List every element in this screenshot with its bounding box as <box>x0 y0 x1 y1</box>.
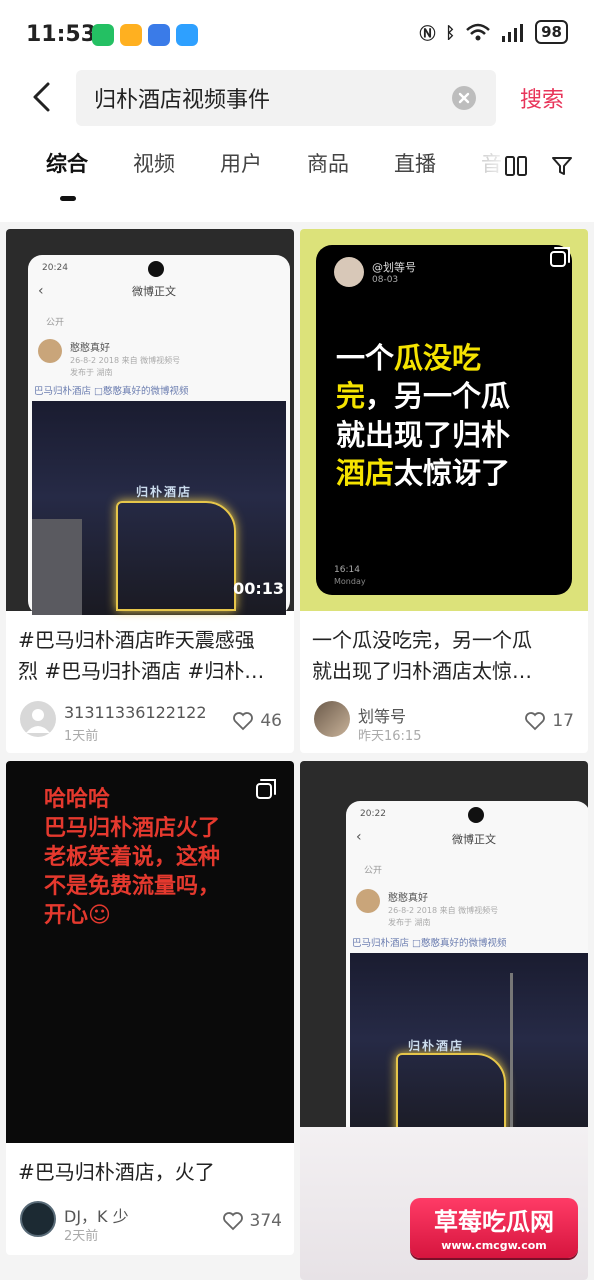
footer-day: Monday <box>334 577 366 586</box>
inner-time: 20:24 <box>42 263 68 273</box>
tab-users[interactable]: 用户 <box>220 148 262 178</box>
like-count[interactable]: 17 <box>524 711 574 731</box>
watermark-url: www.cmcgw.com <box>441 1239 547 1252</box>
layout-toggle-icon[interactable] <box>504 154 528 178</box>
post-time: 昨天16:15 <box>358 729 422 744</box>
inner-avatar <box>38 339 62 363</box>
inner-handle: @划等号 <box>372 261 416 274</box>
screenshot-phone: 20:24 ‹ 微博正文 公开 憨憨真好 26-8-2 2018 来自 微博视频… <box>28 255 290 615</box>
inner-visibility: 公开 <box>364 866 383 876</box>
camera-dot <box>468 807 484 823</box>
battery-level: 98 <box>535 20 568 44</box>
clear-search-icon[interactable] <box>452 86 476 110</box>
message-icon <box>176 24 198 46</box>
like-number: 374 <box>249 1211 282 1231</box>
inner-avatar <box>356 889 380 913</box>
like-count[interactable]: 374 <box>222 1211 282 1231</box>
tab-live[interactable]: 直播 <box>394 148 436 178</box>
bluetooth-icon: ᛒ <box>445 22 456 42</box>
like-number: 17 <box>552 711 574 731</box>
wechat-icon <box>92 24 114 46</box>
status-bar: 11:53 Ⓝ ᛒ 98 <box>0 0 594 70</box>
status-indicators: Ⓝ ᛒ 98 <box>419 20 568 44</box>
street-lamp <box>510 973 513 1143</box>
notification-app-icon-2 <box>148 24 170 46</box>
author-avatar[interactable] <box>20 701 56 737</box>
post-time: 2天前 <box>64 1229 99 1244</box>
like-count[interactable]: 46 <box>232 711 282 731</box>
heart-icon[interactable] <box>222 1211 244 1231</box>
footer-time: 16:14 <box>334 565 360 575</box>
like-number: 46 <box>260 711 282 731</box>
inner-meta2: 发布于 湖南 <box>388 918 431 927</box>
handle-avatar <box>334 257 364 287</box>
author-name[interactable]: 31311336122122 <box>64 703 207 722</box>
author-name[interactable]: 划等号 <box>358 703 406 727</box>
site-watermark: 草莓吃瓜网 www.cmcgw.com <box>410 1198 578 1258</box>
nfc-icon: Ⓝ <box>419 24 436 43</box>
video-thumbnail[interactable]: @划等号 08-03 一个瓜没吃 完，另一个瓜 就出现了归朴 酒店太惊讶了 16… <box>300 229 588 611</box>
status-time: 11:53 <box>26 22 97 47</box>
author-avatar[interactable] <box>314 701 350 737</box>
inner-date: 08-03 <box>372 275 399 285</box>
notification-app-icon <box>120 24 142 46</box>
hotel-building <box>116 501 236 611</box>
video-thumbnail[interactable]: 哈哈哈 巴马归朴酒店火了 老板笑着说，这种 不是免费流量吗， 开心☺ <box>6 761 294 1143</box>
left-building <box>32 519 82 615</box>
filter-icon[interactable] <box>550 154 574 178</box>
search-button[interactable]: 搜索 <box>520 82 564 114</box>
inner-app-title: 微博正文 <box>452 833 496 846</box>
hotel-sign: 归朴酒店 <box>408 1039 465 1053</box>
back-arrow-icon[interactable] <box>26 80 60 114</box>
inner-video: 归朴酒店 <box>350 953 588 1143</box>
inner-meta: 26-8-2 2018 来自 微博视频号 <box>70 356 181 365</box>
screenshot-phone: 20:22 ‹ 微博正文 公开 憨憨真好 26-8-2 2018 来自 微博视频… <box>346 801 588 1143</box>
inner-user: 憨憨真好 <box>70 343 110 354</box>
card-title[interactable]: #巴马归朴酒店昨天震感强 烈 #巴马归扑酒店 #归朴… <box>18 625 288 687</box>
tab-comprehensive[interactable]: 综合 <box>46 148 88 178</box>
wifi-icon <box>466 23 490 41</box>
video-duration: 00:13 <box>233 579 284 598</box>
active-tab-indicator <box>60 196 76 201</box>
author-avatar[interactable] <box>20 1201 56 1237</box>
result-card[interactable]: 哈哈哈 巴马归朴酒店火了 老板笑着说，这种 不是免费流量吗， 开心☺ #巴马归朴… <box>6 761 294 1255</box>
black-text-panel: @划等号 08-03 一个瓜没吃 完，另一个瓜 就出现了归朴 酒店太惊讶了 16… <box>316 245 572 595</box>
overlay-text: 哈哈哈 巴马归朴酒店火了 老板笑着说，这种 不是免费流量吗， 开心☺ <box>44 787 221 929</box>
inner-user: 憨憨真好 <box>388 893 428 904</box>
result-card[interactable]: @划等号 08-03 一个瓜没吃 完，另一个瓜 就出现了归朴 酒店太惊讶了 16… <box>300 229 588 753</box>
post-time: 1天前 <box>64 729 99 744</box>
multi-image-icon <box>256 779 276 799</box>
inner-time: 20:22 <box>360 809 386 819</box>
author-name[interactable]: DJ，K 少 <box>64 1203 129 1227</box>
inner-app-title: 微博正文 <box>132 285 176 298</box>
heart-icon[interactable] <box>524 711 546 731</box>
tab-video[interactable]: 视频 <box>133 148 175 178</box>
multi-image-icon <box>550 247 570 267</box>
watermark-text: 草莓吃瓜网 <box>434 1208 554 1236</box>
heart-icon[interactable] <box>232 711 254 731</box>
video-thumbnail[interactable]: 20:24 ‹ 微博正文 公开 憨憨真好 26-8-2 2018 来自 微博视频… <box>6 229 294 615</box>
card-title[interactable]: 一个瓜没吃完，另一个瓜 就出现了归朴酒店太惊… <box>312 625 582 687</box>
hotel-sign: 归朴酒店 <box>136 485 193 499</box>
inner-meta: 26-8-2 2018 来自 微博视频号 <box>388 906 499 915</box>
signal-icon <box>502 24 524 42</box>
inner-visibility: 公开 <box>46 318 65 328</box>
result-card[interactable]: 20:24 ‹ 微博正文 公开 憨憨真好 26-8-2 2018 来自 微博视频… <box>6 229 294 753</box>
search-input[interactable] <box>94 70 454 126</box>
overlay-text: 一个瓜没吃 完，另一个瓜 就出现了归朴 酒店太惊讶了 <box>336 341 511 490</box>
inner-back-icon: ‹ <box>38 283 44 299</box>
inner-back-icon: ‹ <box>356 829 362 845</box>
inner-caption: 巴马归朴酒店 □憨憨真好的微博视频 <box>34 386 189 397</box>
video-thumbnail[interactable]: 20:22 ‹ 微博正文 公开 憨憨真好 26-8-2 2018 来自 微博视频… <box>300 761 588 1143</box>
top-bar: 11:53 Ⓝ ᛒ 98 搜索 综合 视频 用户 商品 直播 音 <box>0 0 594 222</box>
tab-products[interactable]: 商品 <box>307 148 349 178</box>
camera-dot <box>148 261 164 277</box>
search-box[interactable] <box>76 70 496 126</box>
card-title[interactable]: #巴马归朴酒店，火了 <box>18 1157 288 1188</box>
inner-meta2: 发布于 湖南 <box>70 368 113 377</box>
inner-caption: 巴马归朴酒店 □憨憨真好的微博视频 <box>352 938 507 949</box>
